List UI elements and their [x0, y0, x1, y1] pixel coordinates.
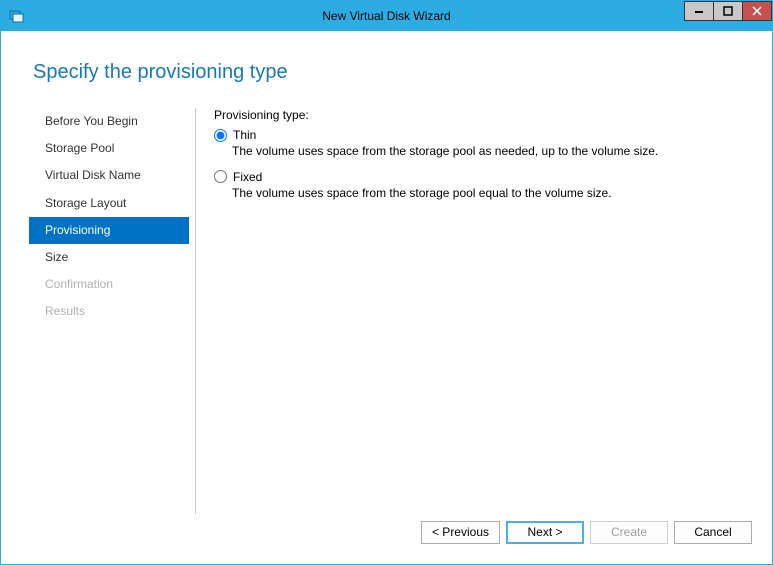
radio-thin[interactable]: [214, 129, 227, 142]
step-results: Results: [29, 298, 189, 325]
step-storage-layout[interactable]: Storage Layout: [29, 190, 189, 217]
step-provisioning[interactable]: Provisioning: [29, 217, 189, 244]
wizard-window: New Virtual Disk Wizard Specify the prov…: [0, 0, 773, 565]
radio-fixed-row[interactable]: Fixed: [214, 170, 744, 184]
radio-thin-row[interactable]: Thin: [214, 128, 744, 142]
radio-thin-description: The volume uses space from the storage p…: [232, 144, 744, 160]
titlebar: New Virtual Disk Wizard: [1, 1, 772, 31]
close-button[interactable]: [742, 1, 772, 21]
vertical-divider: [195, 108, 196, 514]
previous-button[interactable]: < Previous: [421, 521, 500, 544]
app-icon: [9, 8, 25, 24]
content-area: Specify the provisioning type Before You…: [1, 31, 772, 514]
page-title: Specify the provisioning type: [33, 61, 744, 84]
radio-fixed-label: Fixed: [233, 170, 262, 184]
radio-thin-label: Thin: [233, 128, 256, 142]
minimize-button[interactable]: [684, 1, 714, 21]
step-storage-pool[interactable]: Storage Pool: [29, 135, 189, 162]
main-panel: Provisioning type: Thin The volume uses …: [214, 108, 744, 514]
step-before-you-begin[interactable]: Before You Begin: [29, 108, 189, 135]
step-virtual-disk-name[interactable]: Virtual Disk Name: [29, 162, 189, 189]
radio-fixed[interactable]: [214, 170, 227, 183]
window-controls: [685, 1, 772, 21]
footer-buttons: < Previous Next > Create Cancel: [1, 514, 772, 564]
create-button: Create: [590, 521, 668, 544]
step-size[interactable]: Size: [29, 244, 189, 271]
steps-sidebar: Before You Begin Storage Pool Virtual Di…: [29, 108, 189, 514]
step-confirmation: Confirmation: [29, 271, 189, 298]
body-area: Before You Begin Storage Pool Virtual Di…: [29, 108, 744, 514]
cancel-button[interactable]: Cancel: [674, 521, 752, 544]
radio-fixed-description: The volume uses space from the storage p…: [232, 186, 744, 202]
window-title: New Virtual Disk Wizard: [1, 9, 772, 23]
next-button[interactable]: Next >: [506, 521, 584, 544]
maximize-button[interactable]: [713, 1, 743, 21]
provisioning-type-label: Provisioning type:: [214, 108, 744, 122]
